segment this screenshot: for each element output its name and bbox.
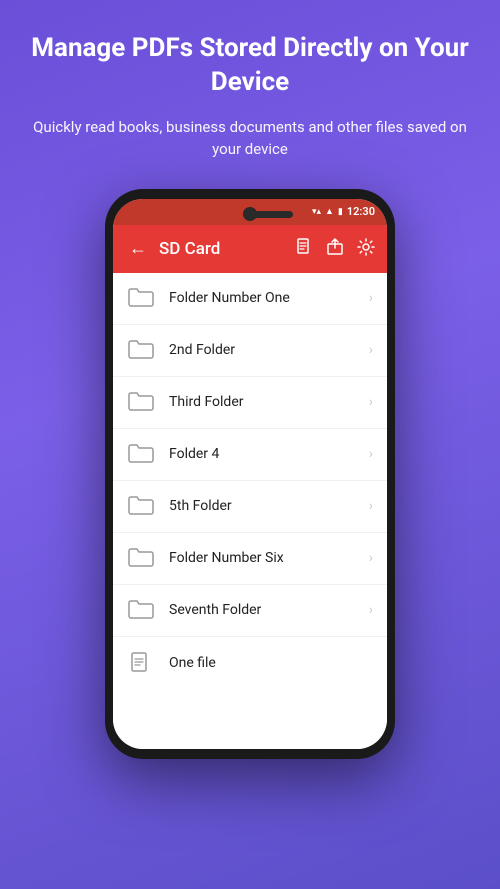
file-name-label: Folder Number Six: [169, 550, 369, 566]
app-bar: ← SD Card: [113, 225, 387, 273]
folder-icon: [127, 286, 155, 310]
chevron-right-icon: ›: [369, 290, 373, 306]
chevron-right-icon: ›: [369, 498, 373, 514]
list-item[interactable]: Third Folder ›: [113, 377, 387, 429]
speaker: [243, 211, 293, 218]
wifi-icon: ▾▴: [312, 207, 321, 217]
chevron-right-icon: ›: [369, 550, 373, 566]
signal-icon: ▲: [325, 206, 334, 217]
header-section: Manage PDFs Stored Directly on Your Devi…: [0, 0, 500, 171]
file-name-label: 2nd Folder: [169, 342, 369, 358]
share-icon[interactable]: [327, 238, 343, 260]
list-item[interactable]: One file: [113, 637, 387, 689]
battery-icon: ▮: [338, 207, 343, 217]
phone-screen: ▾▴ ▲ ▮ 12:30 ← SD Card: [113, 199, 387, 749]
file-icon[interactable]: [297, 238, 313, 260]
file-list: Folder Number One › 2nd Folder › Third F…: [113, 273, 387, 749]
file-name-label: Folder Number One: [169, 290, 369, 306]
list-item[interactable]: 5th Folder ›: [113, 481, 387, 533]
settings-icon[interactable]: [357, 238, 375, 260]
file-name-label: Seventh Folder: [169, 602, 369, 618]
chevron-right-icon: ›: [369, 446, 373, 462]
app-bar-title: SD Card: [159, 239, 289, 259]
list-item[interactable]: Seventh Folder ›: [113, 585, 387, 637]
app-bar-actions: [297, 238, 375, 260]
screen-content: ▾▴ ▲ ▮ 12:30 ← SD Card: [113, 199, 387, 749]
file-name-label: 5th Folder: [169, 498, 369, 514]
list-item[interactable]: Folder 4 ›: [113, 429, 387, 481]
status-time: 12:30: [347, 205, 375, 218]
folder-icon: [127, 442, 155, 466]
chevron-right-icon: ›: [369, 342, 373, 358]
phone-body: ▾▴ ▲ ▮ 12:30 ← SD Card: [105, 189, 395, 759]
folder-icon: [127, 494, 155, 518]
subtitle: Quickly read books, business documents a…: [30, 116, 470, 161]
file-name-label: One file: [169, 655, 373, 671]
folder-icon: [127, 598, 155, 622]
file-name-label: Folder 4: [169, 446, 369, 462]
list-item[interactable]: Folder Number Six ›: [113, 533, 387, 585]
folder-icon: [127, 338, 155, 362]
file-name-label: Third Folder: [169, 394, 369, 410]
chevron-right-icon: ›: [369, 394, 373, 410]
phone-mockup: ▾▴ ▲ ▮ 12:30 ← SD Card: [105, 189, 395, 759]
file-document-icon: [127, 651, 155, 675]
list-item[interactable]: 2nd Folder ›: [113, 325, 387, 377]
list-item[interactable]: Folder Number One ›: [113, 273, 387, 325]
folder-icon: [127, 390, 155, 414]
status-icons: ▾▴ ▲ ▮ 12:30: [312, 205, 375, 218]
main-title: Manage PDFs Stored Directly on Your Devi…: [30, 32, 470, 100]
back-button[interactable]: ←: [125, 234, 151, 263]
chevron-right-icon: ›: [369, 602, 373, 618]
folder-icon: [127, 546, 155, 570]
